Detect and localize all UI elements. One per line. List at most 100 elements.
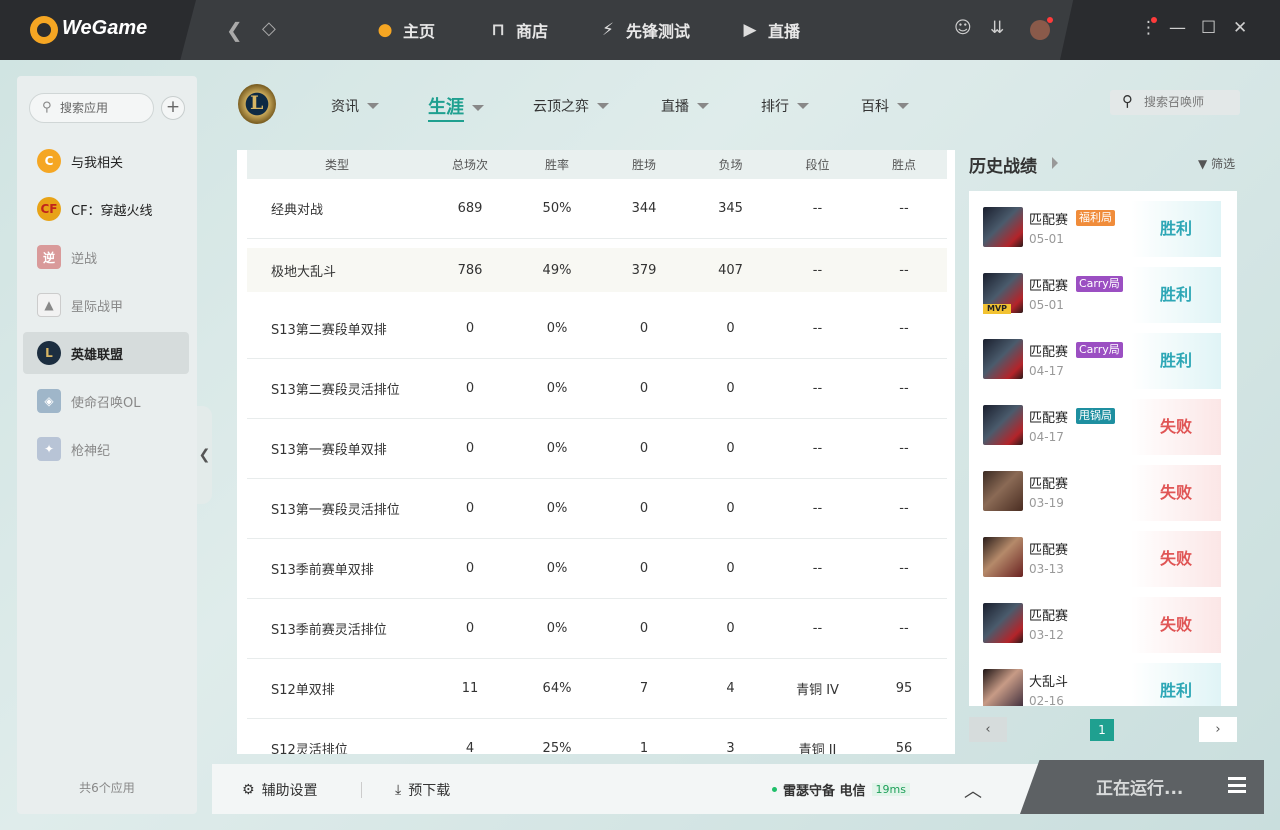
nav-beta-test[interactable]: ⚡ 先锋测试 (597, 18, 690, 42)
table-row: S12灵活排位 4 25% 1 3 青铜 II 56 (247, 719, 947, 754)
table-cell: 56 (895, 741, 913, 754)
nav-home[interactable]: ● 主页 (374, 18, 435, 42)
match-item[interactable]: 匹配赛 福利局 05-01 胜利 (969, 191, 1237, 257)
nav-live[interactable]: ▶ 直播 (739, 18, 800, 42)
user-avatar[interactable] (1030, 20, 1050, 40)
match-mode: 匹配赛 (1029, 345, 1069, 360)
menu-icon[interactable] (1228, 777, 1246, 793)
table-cell: -- (899, 501, 909, 516)
chevron-right-icon[interactable] (1052, 157, 1058, 169)
table-cell: -- (899, 201, 909, 216)
table-cell: 0% (546, 321, 568, 336)
tab-news[interactable]: 资讯 (331, 96, 379, 116)
maximize-icon[interactable]: ☐ (1201, 18, 1216, 38)
table-cell: 0 (726, 321, 735, 336)
table-cell: 344 (631, 201, 657, 216)
bottom-bar: ⚙ 辅助设置 ⤓ 预下载 雷瑟守备 电信 19ms ︿ 正在运行... (212, 760, 1264, 814)
match-result: 失败 (1131, 465, 1221, 521)
match-item[interactable]: MVP 匹配赛 Carry局 05-01 胜利 (969, 257, 1237, 323)
match-tag: 甩锅局 (1076, 408, 1115, 424)
summoner-search-input[interactable]: ⚲ 搜索召唤师 (1110, 90, 1240, 115)
table-cell: S13第一赛段灵活排位 (271, 503, 400, 518)
sidebar-item-qsj[interactable]: ✦ 枪神纪 (23, 428, 189, 470)
minimize-icon[interactable]: — (1169, 18, 1186, 38)
table-cell: 1 (639, 741, 649, 754)
match-mode: 匹配赛 (1029, 477, 1069, 492)
table-cell: 379 (631, 262, 657, 278)
table-cell: 4 (726, 681, 735, 696)
table-cell: -- (812, 381, 823, 396)
sidebar-item-lol[interactable]: L 英雄联盟 (23, 332, 189, 374)
table-cell: 0 (726, 441, 735, 456)
predownload-button[interactable]: ⤓ 预下载 (395, 780, 450, 800)
add-app-button[interactable]: + (161, 96, 185, 120)
title-bar: WeGame ❮ ◇ ● 主页 ⊓ 商店 ⚡ 先锋测试 ▶ 直播 ☺ ⇊ ⋮ —… (0, 0, 1280, 60)
chat-robot-icon[interactable]: ☺ (954, 18, 972, 38)
match-item[interactable]: 匹配赛 03-13 失败 (969, 521, 1237, 587)
menu-notification-dot (1151, 17, 1157, 23)
sidebar-item-codol[interactable]: ◈ 使命召唤OL (23, 380, 189, 422)
table-cell: 25% (542, 741, 572, 754)
sidebar-item-related[interactable]: C 与我相关 (23, 140, 189, 182)
prev-page-button[interactable]: ‹ (969, 717, 1007, 742)
table-cell: 0% (546, 441, 568, 456)
assist-settings-button[interactable]: ⚙ 辅助设置 (242, 780, 318, 800)
champion-portrait (983, 603, 1023, 643)
app-search-input[interactable]: ⚲ 搜索应用 (29, 93, 154, 123)
table-cell: -- (899, 262, 909, 278)
collapse-sidebar-button[interactable]: ❮ (197, 406, 212, 504)
header-wins: 胜场 (631, 158, 656, 172)
server-selector[interactable]: 雷瑟守备 电信 19ms (772, 780, 910, 799)
history-title[interactable]: 历史战绩 (969, 152, 1037, 177)
match-item[interactable]: 匹配赛 03-12 失败 (969, 587, 1237, 653)
match-mode: 匹配赛 (1029, 279, 1069, 294)
nizhan-icon: 逆 (37, 245, 61, 269)
tab-tft[interactable]: 云顶之弈 (533, 96, 609, 116)
table-cell: 青铜 IV (796, 683, 839, 698)
tab-live[interactable]: 直播 (661, 96, 709, 116)
close-icon[interactable]: ✕ (1233, 18, 1247, 38)
sidebar-item-cf[interactable]: CF CF：穿越火线 (23, 188, 189, 230)
qsj-icon: ✦ (37, 437, 61, 461)
match-result: 失败 (1131, 597, 1221, 653)
search-icon: ⚲ (1122, 92, 1133, 110)
match-result: 胜利 (1131, 201, 1221, 257)
table-cell: 0 (726, 561, 735, 576)
table-cell: -- (899, 621, 909, 636)
back-arrow-icon[interactable]: ❮ (226, 18, 243, 42)
tab-ranking[interactable]: 排行 (761, 96, 809, 116)
download-icon[interactable]: ⇊ (990, 18, 1004, 38)
running-button[interactable]: 正在运行... (1020, 760, 1264, 814)
table-cell: 7 (639, 681, 649, 696)
filter-button[interactable]: ▼ 筛选 (1198, 155, 1235, 172)
match-tag: Carry局 (1076, 276, 1123, 292)
header-lp: 胜点 (891, 158, 916, 172)
related-icon: C (37, 149, 61, 173)
chevron-up-icon[interactable]: ︿ (964, 777, 982, 803)
filter-icon: ▼ (1198, 157, 1208, 171)
next-page-button[interactable]: › (1199, 717, 1237, 742)
table-cell: -- (812, 621, 823, 636)
table-cell: 0 (639, 441, 649, 456)
nav-store[interactable]: ⊓ 商店 (487, 18, 548, 42)
tab-wiki[interactable]: 百科 (861, 96, 909, 116)
match-item[interactable]: 大乱斗 02-16 胜利 (969, 653, 1237, 706)
match-item[interactable]: 匹配赛 Carry局 04-17 胜利 (969, 323, 1237, 389)
lightning-icon: ⚡ (602, 20, 614, 40)
match-item[interactable]: 匹配赛 03-19 失败 (969, 455, 1237, 521)
table-cell: S13第一赛段单双排 (271, 443, 387, 458)
wegame-logo-text: WeGame (62, 17, 148, 39)
match-date: 04-17 (1029, 430, 1064, 444)
table-cell: -- (899, 381, 909, 396)
page-number[interactable]: 1 (1090, 719, 1114, 741)
history-list: 匹配赛 福利局 05-01 胜利 MVP 匹配赛 Carry局 05-01 胜利 匹配赛 Carry… (969, 191, 1237, 706)
match-item[interactable]: 匹配赛 甩锅局 04-17 失败 (969, 389, 1237, 455)
header-total: 总场次 (451, 158, 488, 172)
table-cell: S13季前赛灵活排位 (271, 623, 387, 638)
sidebar-item-warframe[interactable]: ▲ 星际战甲 (23, 284, 189, 326)
tab-career[interactable]: 生涯 (428, 93, 484, 122)
sidebar-item-nizhan[interactable]: 逆 逆战 (23, 236, 189, 278)
forward-arrow-icon[interactable]: ◇ (262, 18, 276, 39)
app-count: 共6个应用 (79, 781, 135, 795)
match-date: 03-13 (1029, 562, 1064, 576)
